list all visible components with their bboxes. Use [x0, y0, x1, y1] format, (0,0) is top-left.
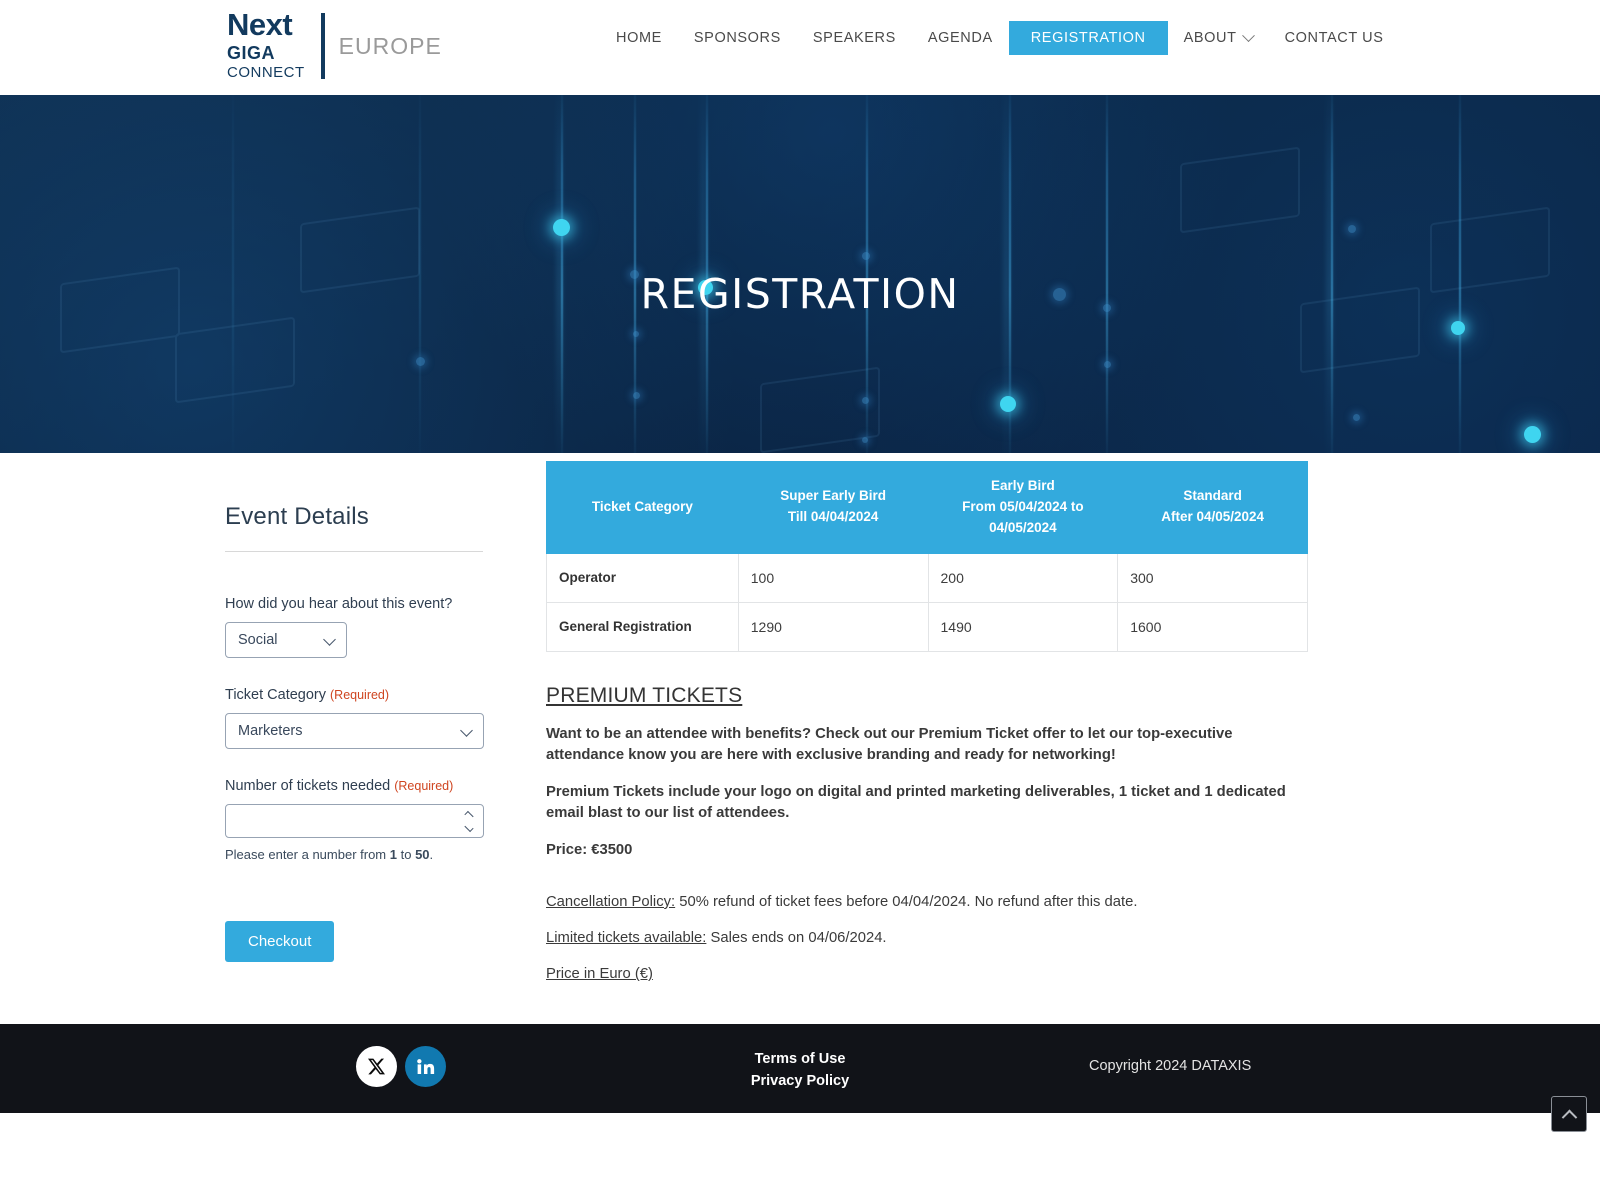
field-ticket-count: Number of tickets needed (Required) Pleas… — [225, 778, 485, 862]
premium-tickets-block: PREMIUM TICKETS Want to be an attendee w… — [546, 652, 1308, 861]
cancellation-policy-label: Cancellation Policy: — [546, 893, 676, 910]
field-ticket-count-label: Number of tickets needed (Required) — [225, 778, 485, 794]
ticket-category-select-wrap[interactable]: Marketers — [225, 713, 484, 749]
logo-region-label: EUROPE — [338, 32, 442, 59]
nav-item-about-label: ABOUT — [1183, 30, 1237, 46]
main-navigation: HOME SPONSORS SPEAKERS AGENDA REGISTRATI… — [600, 21, 1400, 55]
help-suffix: . — [429, 847, 434, 862]
th-line2: After 04/05/2024 — [1161, 509, 1265, 525]
ticket-count-help-text: Please enter a number from 1 to 50. — [225, 847, 485, 862]
hero-banner: REGISTRATION — [0, 95, 1600, 453]
premium-price: Price: €3500 — [546, 841, 633, 858]
checkout-button[interactable]: Checkout — [225, 921, 335, 962]
cell-category: General Registration — [546, 601, 739, 652]
help-min: 1 — [389, 847, 397, 862]
pricing-section: Ticket Category Super Early Bird Till 04… — [546, 461, 1308, 999]
th-line1: Super Early Bird — [780, 488, 887, 504]
ticket-count-label-text: Number of tickets needed — [225, 778, 391, 794]
chevron-down-icon — [1241, 28, 1255, 42]
th-early-bird: Early Bird From 05/04/2024 to 04/05/2024 — [927, 461, 1119, 554]
cell-early-bird: 1490 — [927, 601, 1119, 652]
premium-paragraph-1: Want to be an attendee with benefits? Ch… — [546, 725, 1233, 763]
scroll-to-top-button[interactable] — [1551, 1096, 1587, 1132]
logo-line-connect: CONNECT — [227, 64, 305, 82]
logo-line-next: Next — [227, 7, 293, 43]
cancellation-policy-text: 50% refund of ticket fees before 04/04/2… — [675, 893, 1138, 910]
th-super-early-bird: Super Early Bird Till 04/04/2024 — [737, 461, 929, 554]
site-footer: Terms of Use Privacy Policy Copyright 20… — [0, 1024, 1600, 1132]
ticket-count-input-wrap[interactable] — [225, 804, 484, 838]
nav-item-about[interactable]: ABOUT — [1168, 21, 1269, 55]
th-line1: Standard — [1183, 488, 1242, 504]
footer-link-terms-of-use[interactable]: Terms of Use — [0, 1049, 1600, 1071]
table-row: General Registration 1290 1490 1600 — [546, 601, 1308, 652]
cell-super-early-bird: 1290 — [737, 601, 929, 652]
th-line1: Ticket Category — [591, 498, 693, 514]
logo-divider — [320, 13, 325, 79]
limited-tickets-text: Sales ends on 04/06/2024. — [706, 929, 887, 946]
ticket-count-input[interactable] — [225, 804, 484, 838]
th-standard: Standard After 04/05/2024 — [1117, 461, 1308, 554]
chevron-up-icon — [1561, 1109, 1577, 1125]
page-title: REGISTRATION — [640, 270, 960, 319]
cell-standard: 300 — [1117, 552, 1308, 603]
form-heading: Event Details — [225, 503, 369, 530]
limited-tickets-label: Limited tickets available: — [546, 929, 707, 946]
nav-item-agenda[interactable]: AGENDA — [912, 21, 1009, 55]
th-line1: Early Bird — [990, 478, 1055, 493]
required-marker: (Required) — [394, 779, 454, 793]
cancellation-policy: Cancellation Policy: 50% refund of ticke… — [546, 891, 1308, 913]
help-max: 50 — [415, 847, 430, 862]
ticket-category-label-text: Ticket Category — [225, 687, 326, 703]
policy-block: Cancellation Policy: 50% refund of ticke… — [546, 891, 1308, 986]
currency-note-text: Price in Euro (€) — [546, 966, 653, 983]
referral-source-select-wrap[interactable]: Social — [225, 622, 347, 658]
referral-source-select[interactable]: Social — [225, 622, 347, 658]
table-header-row: Ticket Category Super Early Bird Till 04… — [546, 461, 1308, 554]
pricing-table-body: Operator 100 200 300 General Registratio… — [546, 552, 1308, 652]
main-content: Event Details How did you hear about thi… — [0, 453, 1600, 1024]
site-header: Next GIGA CONNECT EUROPE HOME SPONSORS S… — [0, 0, 1600, 95]
nav-item-speakers[interactable]: SPEAKERS — [797, 21, 912, 55]
field-referral-source: How did you hear about this event? Socia… — [225, 596, 485, 658]
field-referral-source-label: How did you hear about this event? — [225, 596, 453, 612]
field-ticket-category: Ticket Category (Required) Marketers — [225, 687, 485, 749]
pricing-table-head: Ticket Category Super Early Bird Till 04… — [546, 461, 1308, 554]
footer-links: Terms of Use Privacy Policy — [0, 1049, 1600, 1093]
premium-paragraph-2: Premium Tickets include your logo on dig… — [546, 783, 1286, 821]
nav-item-contact-us[interactable]: CONTACT US — [1269, 21, 1400, 55]
th-ticket-category: Ticket Category — [546, 461, 739, 554]
required-marker: (Required) — [330, 688, 390, 702]
nav-item-registration[interactable]: REGISTRATION — [1008, 21, 1168, 55]
th-line2: Till 04/04/2024 — [787, 509, 879, 525]
footer-link-privacy-policy[interactable]: Privacy Policy — [0, 1071, 1600, 1093]
help-prefix: Please enter a number from — [225, 847, 390, 862]
th-line2: From 05/04/2024 to 04/05/2024 — [962, 498, 1084, 535]
form-heading-divider — [225, 551, 483, 552]
cell-super-early-bird: 100 — [737, 552, 929, 603]
ticket-category-select[interactable]: Marketers — [225, 713, 484, 749]
site-logo[interactable]: Next GIGA CONNECT EUROPE — [227, 7, 442, 82]
table-row: Operator 100 200 300 — [546, 552, 1308, 603]
nav-item-sponsors[interactable]: SPONSORS — [678, 21, 797, 55]
cell-standard: 1600 — [1117, 601, 1308, 652]
currency-note: Price in Euro (€) — [546, 963, 1308, 985]
premium-tickets-heading: PREMIUM TICKETS — [546, 683, 743, 707]
event-details-form: Event Details How did you hear about thi… — [225, 503, 485, 962]
pricing-table: Ticket Category Super Early Bird Till 04… — [546, 461, 1308, 652]
limited-tickets-note: Limited tickets available: Sales ends on… — [546, 927, 1308, 949]
cell-category: Operator — [546, 552, 739, 603]
cell-early-bird: 200 — [927, 552, 1119, 603]
copyright-text: Copyright 2024 DATAXIS — [1089, 1058, 1252, 1074]
logo-line-giga: GIGA — [227, 42, 276, 63]
nav-item-home[interactable]: HOME — [600, 21, 678, 55]
help-mid: to — [396, 847, 416, 862]
logo-wordmark: Next GIGA CONNECT — [227, 7, 305, 82]
field-ticket-category-label: Ticket Category (Required) — [225, 687, 485, 703]
